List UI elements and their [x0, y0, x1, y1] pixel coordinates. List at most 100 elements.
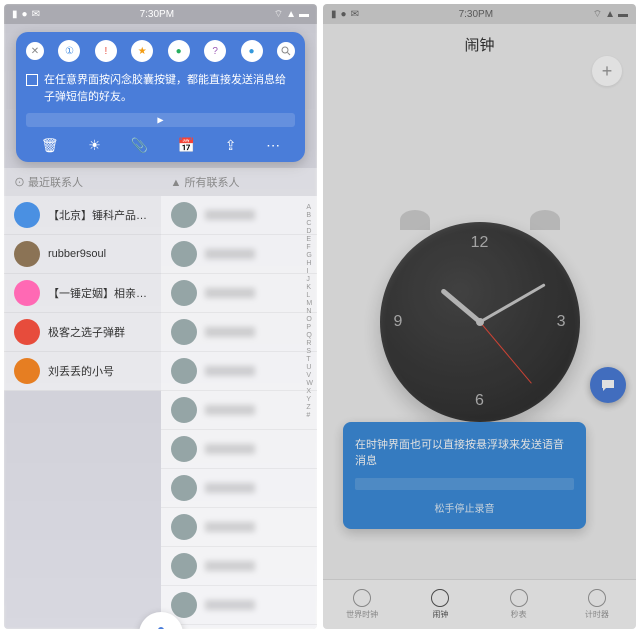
contact-item[interactable]: rubber9soul	[4, 235, 161, 274]
phone-right: ▮ ● ✉ 7:30PM ⌔ ▲ ▬ 闹钟 + 12 3 6 9	[323, 4, 636, 629]
mail-icon: ✉	[351, 9, 359, 20]
contact-name: 极客之选子弹群	[48, 324, 125, 340]
attach-icon[interactable]: 📎	[131, 137, 148, 154]
capsule-tab-2[interactable]: !	[95, 40, 117, 62]
avatar	[171, 280, 197, 306]
audio-waveform[interactable]	[26, 113, 295, 127]
contact-item[interactable]	[161, 313, 318, 352]
capsule-tab-3[interactable]: ★	[131, 40, 153, 62]
contact-name	[205, 561, 255, 571]
contact-item[interactable]: 刘丢丢的小号	[4, 352, 161, 391]
contact-item[interactable]	[161, 391, 318, 430]
avatar	[14, 280, 40, 306]
signal-icon: ▮	[331, 9, 337, 20]
calendar-icon[interactable]: 📅	[178, 137, 195, 154]
tab-stopwatch[interactable]: 秒表	[480, 580, 558, 629]
contact-item[interactable]	[161, 274, 318, 313]
capsule-tab-5[interactable]: ?	[204, 40, 226, 62]
tab-alarm[interactable]: 闹钟	[401, 580, 479, 629]
avatar	[171, 514, 197, 540]
checkbox[interactable]	[26, 74, 38, 86]
tooltip-waveform	[355, 478, 574, 490]
contact-item[interactable]	[161, 196, 318, 235]
clock-6: 6	[475, 392, 484, 410]
battery-icon: ▬	[618, 9, 628, 20]
all-contacts-col: ▲ 所有联系人	[161, 168, 318, 629]
timer-icon	[588, 589, 606, 607]
avatar	[14, 241, 40, 267]
capsule-tab-4[interactable]: ●	[168, 40, 190, 62]
avatar	[171, 241, 197, 267]
tooltip-hint: 松手停止录音	[355, 500, 574, 515]
recent-header: ⊙ 最近联系人	[4, 168, 161, 196]
clock-3: 3	[557, 313, 566, 331]
contact-name	[205, 327, 255, 337]
chat-icon: ●	[22, 9, 28, 20]
avatar	[171, 553, 197, 579]
trash-icon[interactable]: 🗑	[41, 137, 59, 154]
avatar	[171, 475, 197, 501]
contact-name	[205, 366, 255, 376]
contact-item[interactable]: 【北京】锤科产品…	[4, 196, 161, 235]
avatar	[171, 397, 197, 423]
search-icon[interactable]	[277, 42, 295, 60]
alpha-index[interactable]: ABCDEFGHIJKLMNOPQRSTUVWXYZ#	[306, 204, 313, 419]
clock-12: 12	[471, 234, 489, 252]
close-icon[interactable]: ✕	[26, 42, 44, 60]
contact-name	[205, 600, 255, 610]
cell-icon: ▲	[286, 9, 296, 20]
minute-hand	[479, 283, 545, 323]
all-header: ▲ 所有联系人	[161, 168, 318, 196]
avatar	[14, 358, 40, 384]
avatar	[171, 436, 197, 462]
capsule-panel: ✕ ① ! ★ ● ? ● 在任意界面按闪念胶囊按键，都能直接发送消息给子弹短信…	[16, 32, 305, 162]
contact-name	[205, 288, 255, 298]
hour-hand	[440, 288, 482, 324]
contact-item[interactable]	[161, 469, 318, 508]
avatar	[171, 319, 197, 345]
status-time: 7:30PM	[359, 9, 593, 20]
contact-name: 【一锤定姻】相亲…	[48, 285, 147, 301]
share-icon[interactable]: ⇪	[225, 137, 237, 154]
contact-item[interactable]	[161, 235, 318, 274]
avatar	[14, 202, 40, 228]
contact-item[interactable]	[161, 547, 318, 586]
capsule-message: 在任意界面按闪念胶囊按键，都能直接发送消息给子弹短信的好友。	[44, 72, 295, 105]
contact-name	[205, 444, 255, 454]
contact-item[interactable]: 极客之选子弹群	[4, 313, 161, 352]
contact-name	[205, 210, 255, 220]
contact-item[interactable]	[161, 625, 318, 629]
avatar	[171, 592, 197, 618]
cell-icon: ▲	[605, 9, 615, 20]
contact-item[interactable]	[161, 352, 318, 391]
stopwatch-icon	[510, 589, 528, 607]
globe-icon	[353, 589, 371, 607]
contact-item[interactable]	[161, 508, 318, 547]
signal-icon: ▮	[12, 9, 18, 20]
clock-9: 9	[394, 313, 403, 331]
wifi-icon: ⌔	[593, 8, 602, 21]
sun-icon[interactable]: ☀	[88, 137, 101, 154]
statusbar: ▮ ● ✉ 7:30PM ⌔ ▲ ▬	[4, 4, 317, 24]
avatar	[171, 358, 197, 384]
contact-name	[205, 249, 255, 259]
battery-icon: ▬	[299, 9, 309, 20]
tab-world-clock[interactable]: 世界时钟	[323, 580, 401, 629]
contact-item[interactable]	[161, 430, 318, 469]
contact-item[interactable]	[161, 586, 318, 625]
more-icon[interactable]: ⋯	[266, 137, 280, 154]
tab-timer[interactable]: 计时器	[558, 580, 636, 629]
contact-name	[205, 483, 255, 493]
contact-name	[205, 522, 255, 532]
recent-contacts-col: ⊙ 最近联系人 【北京】锤科产品… rubber9soul 【一锤定姻】相亲… 极客之…	[4, 168, 161, 629]
second-hand	[479, 322, 531, 384]
alarm-clock: 12 3 6 9	[380, 222, 580, 422]
alarm-icon	[431, 589, 449, 607]
page-title: 闹钟	[323, 24, 636, 65]
capsule-tab-6[interactable]: ●	[241, 40, 263, 62]
floating-chat-button[interactable]	[590, 367, 626, 403]
contact-name: 【北京】锤科产品…	[48, 207, 147, 223]
capsule-tab-1[interactable]: ①	[58, 40, 80, 62]
contact-item[interactable]: 【一锤定姻】相亲…	[4, 274, 161, 313]
voice-tooltip: 在时钟界面也可以直接按悬浮球来发送语音消息 松手停止录音	[343, 422, 586, 529]
